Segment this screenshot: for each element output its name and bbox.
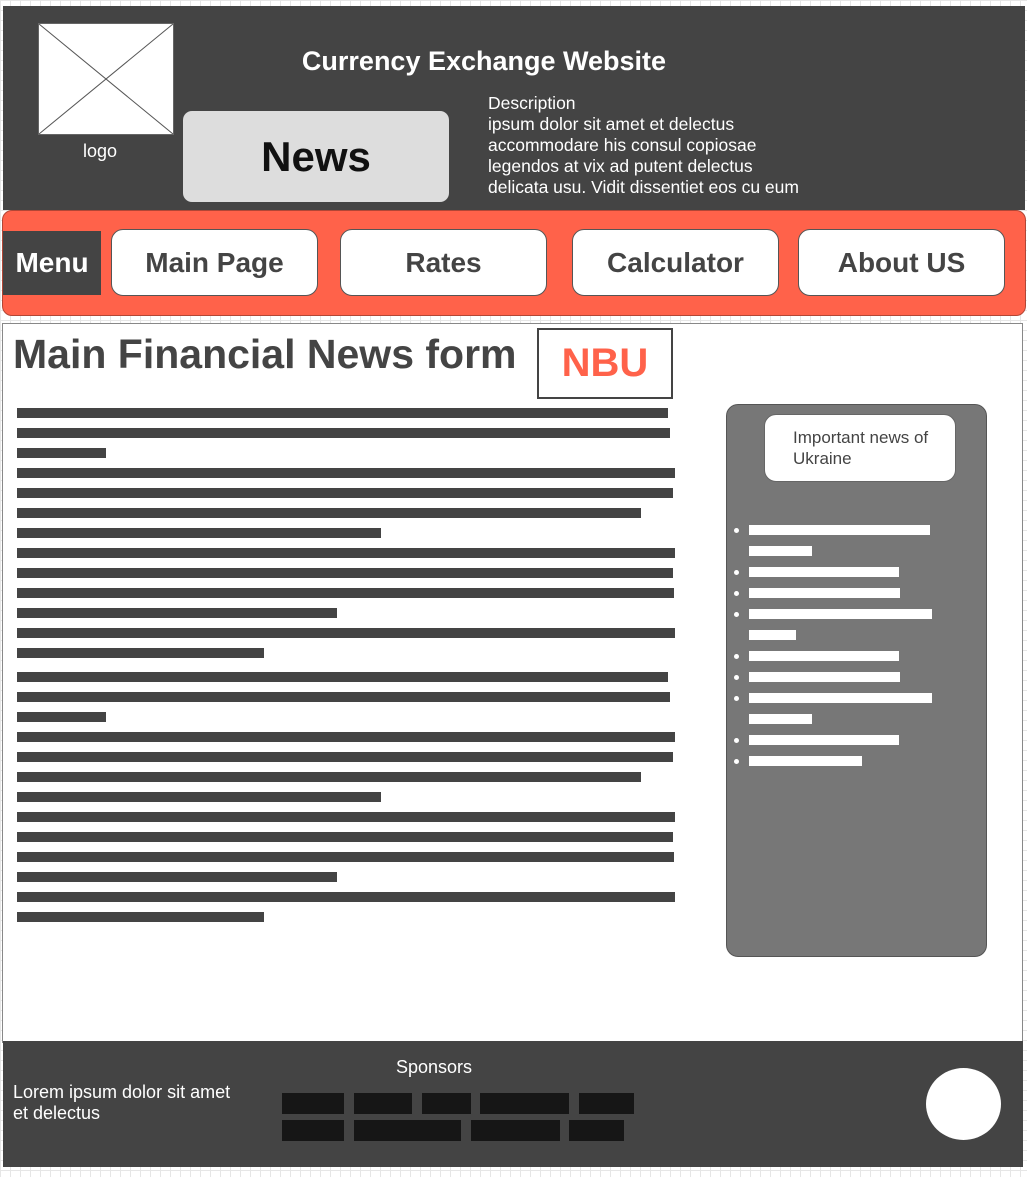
circle-button[interactable] [926,1068,1001,1140]
logo-image-placeholder[interactable] [38,23,174,135]
nav-calculator-button[interactable]: Calculator [572,229,779,296]
list-bullet [734,612,739,617]
text-line-placeholder [17,528,381,538]
sponsor-logo[interactable] [569,1120,624,1141]
list-bullet [734,696,739,701]
text-line-placeholder [17,428,670,438]
text-line-placeholder [17,488,673,498]
text-line-placeholder [17,832,673,842]
news-button[interactable]: News [183,111,449,202]
nav-rates-button[interactable]: Rates [340,229,547,296]
logo-label: logo [82,141,118,161]
text-line-placeholder [17,732,675,742]
text-line-placeholder [17,772,641,782]
text-line-placeholder [17,608,337,618]
sidebar-heading-line: Important news of [793,428,929,447]
list-item-placeholder[interactable] [749,756,862,766]
text-line-placeholder [17,712,106,722]
list-item-placeholder[interactable] [749,567,899,577]
description-line: legendos at vix ad putent delectus [488,156,753,176]
text-line-placeholder [17,448,106,458]
menu-label: Menu [3,231,101,295]
sponsor-logo[interactable] [282,1093,344,1114]
list-item-placeholder[interactable] [749,588,900,598]
footer-text: Lorem ipsum dolor sit amet et delectus [13,1082,253,1124]
text-line-placeholder [17,468,675,478]
list-item-placeholder[interactable] [749,672,900,682]
list-bullet [734,675,739,680]
nav-main-page-button[interactable]: Main Page [111,229,318,296]
text-line-placeholder [17,812,675,822]
text-line-placeholder [17,752,673,762]
list-item-placeholder[interactable] [749,714,812,724]
text-line-placeholder [17,692,670,702]
text-line-placeholder [17,672,668,682]
list-item-placeholder[interactable] [749,630,796,640]
sponsors-label: Sponsors [395,1057,473,1077]
text-line-placeholder [17,852,674,862]
sponsor-logo[interactable] [354,1093,412,1114]
list-item-placeholder[interactable] [749,693,932,703]
text-line-placeholder [17,792,381,802]
text-line-placeholder [17,628,675,638]
text-line-placeholder [17,912,264,922]
sponsor-logo[interactable] [579,1093,634,1114]
page-title: Main Financial News form [13,331,517,377]
description-line: accommodare his consul copiosae [488,135,757,155]
list-bullet [734,759,739,764]
sponsor-logo[interactable] [354,1120,461,1141]
text-line-placeholder [17,892,675,902]
list-item-placeholder[interactable] [749,735,899,745]
sidebar-heading[interactable]: Important news of Ukraine [764,414,956,482]
text-line-placeholder [17,408,668,418]
footer-text-line: Lorem ipsum dolor sit amet [13,1082,231,1102]
sponsor-logo[interactable] [422,1093,471,1114]
sponsor-logo[interactable] [282,1120,344,1141]
nbu-badge[interactable]: NBU [537,328,673,399]
list-item-placeholder[interactable] [749,651,899,661]
text-line-placeholder [17,508,641,518]
image-placeholder-icon [39,24,173,134]
text-line-placeholder [17,588,674,598]
footer-text-line: et delectus [13,1103,101,1123]
text-line-placeholder [17,648,264,658]
sponsor-logo[interactable] [471,1120,560,1141]
list-bullet [734,570,739,575]
list-bullet [734,528,739,533]
text-line-placeholder [17,872,337,882]
list-item-placeholder[interactable] [749,546,812,556]
description-heading: Description [488,93,576,113]
text-line-placeholder [17,568,673,578]
text-line-placeholder [17,548,675,558]
list-bullet [734,654,739,659]
site-description: Description ipsum dolor sit amet et dele… [488,93,908,198]
nav-about-us-button[interactable]: About US [798,229,1005,296]
list-item-placeholder[interactable] [749,609,932,619]
list-bullet [734,738,739,743]
site-title: Currency Exchange Website [301,46,667,76]
sidebar-heading-line: Ukraine [793,449,852,468]
description-line: delicata usu. Vidit dissentiet eos cu eu… [488,177,799,197]
description-line: ipsum dolor sit amet et delectus [488,114,735,134]
list-bullet [734,591,739,596]
list-item-placeholder[interactable] [749,525,930,535]
sponsor-logo[interactable] [480,1093,569,1114]
